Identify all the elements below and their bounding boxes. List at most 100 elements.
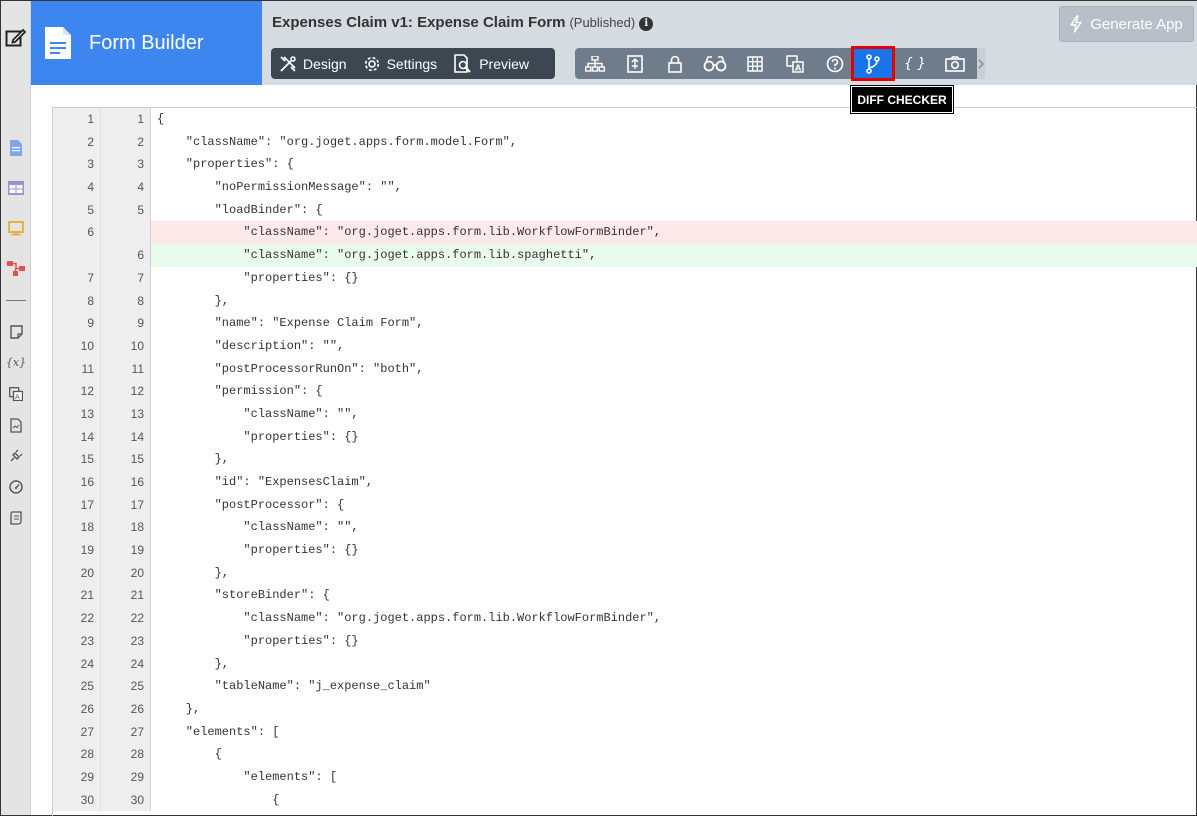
screenshot-button[interactable] <box>935 48 975 79</box>
right-line-number <box>101 221 151 245</box>
code-line: 25 25 "tableName": "j_expense_claim" <box>53 675 1197 698</box>
plugin-icon[interactable] <box>7 447 25 465</box>
left-line-number: 17 <box>53 493 101 517</box>
svg-text:A: A <box>15 393 20 401</box>
binoculars-button[interactable] <box>695 48 735 79</box>
note-icon[interactable] <box>7 323 25 341</box>
left-line-number: 3 <box>53 153 101 177</box>
right-line-number: 17 <box>101 493 151 517</box>
right-line-number: 15 <box>101 448 151 471</box>
diff-editor[interactable]: 1 1 {2 2 "className": "org.joget.apps.form.… <box>52 107 1197 816</box>
code-text: "postProcessor": { <box>157 497 345 512</box>
file-chart-icon[interactable] <box>7 416 25 434</box>
code-text: "properties": {} <box>157 270 359 285</box>
left-line-number: 14 <box>53 425 101 449</box>
left-line-number: 20 <box>53 561 101 585</box>
page-title: Expenses Claim v1: Expense Claim Form (Pu… <box>272 14 654 31</box>
left-line-number: 4 <box>53 176 101 199</box>
code-text: "properties": {} <box>157 633 359 648</box>
code-text: { <box>157 747 222 762</box>
resource-bundle-icon[interactable]: A <box>7 385 25 403</box>
design-button[interactable]: Design <box>271 48 355 79</box>
performance-icon[interactable] <box>7 478 25 496</box>
left-line-number: 11 <box>53 357 101 381</box>
right-line-number: 19 <box>101 539 151 562</box>
form-properties-button[interactable] <box>615 48 655 79</box>
left-line-number: 13 <box>53 402 101 426</box>
right-line-number: 23 <box>101 629 151 653</box>
grid-button[interactable] <box>735 48 775 79</box>
edit-icon[interactable] <box>4 27 28 49</box>
right-line-number: 10 <box>101 334 151 358</box>
camera-icon <box>945 55 965 72</box>
code-text: "permission": { <box>157 384 323 399</box>
lock-icon <box>668 55 682 73</box>
code-text: { <box>157 112 165 126</box>
left-line-number <box>53 244 101 267</box>
diff-lines: 1 1 {2 2 "className": "org.joget.apps.form.… <box>53 108 1197 812</box>
code-text: }, <box>157 656 230 671</box>
code-line: 20 20 }, <box>53 561 1197 585</box>
code-text: }, <box>157 293 230 308</box>
right-line-number: 25 <box>101 675 151 698</box>
left-line-number: 6 <box>53 221 101 245</box>
code-line: 22 "className": "org.joget.apps.form.mod… <box>53 130 1197 154</box>
diff-checker-button[interactable] <box>851 46 895 81</box>
right-line-number: 27 <box>101 720 151 744</box>
json-button[interactable]: { } <box>895 48 935 79</box>
code-line: 1 1 { <box>53 108 1197 131</box>
code-line: 15 15 }, <box>53 448 1197 471</box>
left-line-number: 27 <box>53 720 101 744</box>
datalist-icon[interactable] <box>7 179 25 197</box>
lightning-icon <box>1070 15 1082 33</box>
code-text: "properties": {} <box>157 543 359 558</box>
code-line: 33 "properties": { <box>53 153 1197 177</box>
tree-structure-button[interactable] <box>575 48 615 79</box>
right-line-number: 5 <box>101 198 151 222</box>
process-icon[interactable] <box>7 259 25 277</box>
right-line-number: 30 <box>101 788 151 812</box>
translate-button[interactable]: A <box>775 48 815 79</box>
left-line-number: 24 <box>53 652 101 676</box>
code-line: 28 28 { <box>53 743 1197 766</box>
code-line: 13 13 "className": "", <box>53 402 1197 426</box>
info-icon[interactable]: i <box>639 17 654 31</box>
left-line-number: 5 <box>53 198 101 222</box>
code-line: 19 19 "properties": {} <box>53 539 1197 562</box>
code-text: "noPermissionMessage": "", <box>157 180 402 195</box>
code-text: "description": "", <box>157 338 345 353</box>
code-line: 23 23 "properties": {} <box>53 629 1197 653</box>
left-line-number: 22 <box>53 607 101 630</box>
brand-title: Form Builder <box>89 31 204 54</box>
form-icon[interactable] <box>7 139 25 157</box>
left-line-number: 1 <box>53 108 101 131</box>
help-button[interactable] <box>815 48 855 79</box>
right-line-number: 28 <box>101 743 151 766</box>
code-text: { <box>157 792 280 807</box>
lock-button[interactable] <box>655 48 695 79</box>
code-text: "className": "org.joget.apps.form.lib.Wo… <box>157 611 662 626</box>
left-line-number: 30 <box>53 788 101 812</box>
preview-button[interactable]: Preview <box>445 48 537 79</box>
left-line-number: 10 <box>53 334 101 358</box>
toolbar-scroll-right[interactable] <box>977 48 985 79</box>
userview-icon[interactable] <box>7 219 25 237</box>
chevron-right-icon <box>978 59 984 68</box>
left-line-number: 2 <box>53 130 101 154</box>
right-line-number: 24 <box>101 652 151 676</box>
settings-button[interactable]: Settings <box>355 48 446 79</box>
added-line: 6 "className": "org.joget.apps.form.lib.… <box>53 244 1197 267</box>
code-text: "className": "org.joget.apps.form.lib.sp… <box>151 244 1197 267</box>
generate-app-button[interactable]: Generate App <box>1059 6 1194 42</box>
code-line: 29 29 "elements": [ <box>53 765 1197 789</box>
code-text: "properties": {} <box>157 429 359 444</box>
variable-icon[interactable]: {x} <box>6 353 26 371</box>
right-line-number: 16 <box>101 471 151 494</box>
code-line: 18 18 "className": "", <box>53 516 1197 540</box>
deleted-line: 6 "className": "org.joget.apps.form.lib.… <box>53 221 1197 245</box>
code-text: }, <box>157 565 230 580</box>
left-line-number: 28 <box>53 743 101 766</box>
log-icon[interactable] <box>7 509 25 527</box>
code-text: "id": "ExpensesClaim", <box>157 475 374 489</box>
code-text: "tableName": "j_expense_claim" <box>157 679 431 694</box>
